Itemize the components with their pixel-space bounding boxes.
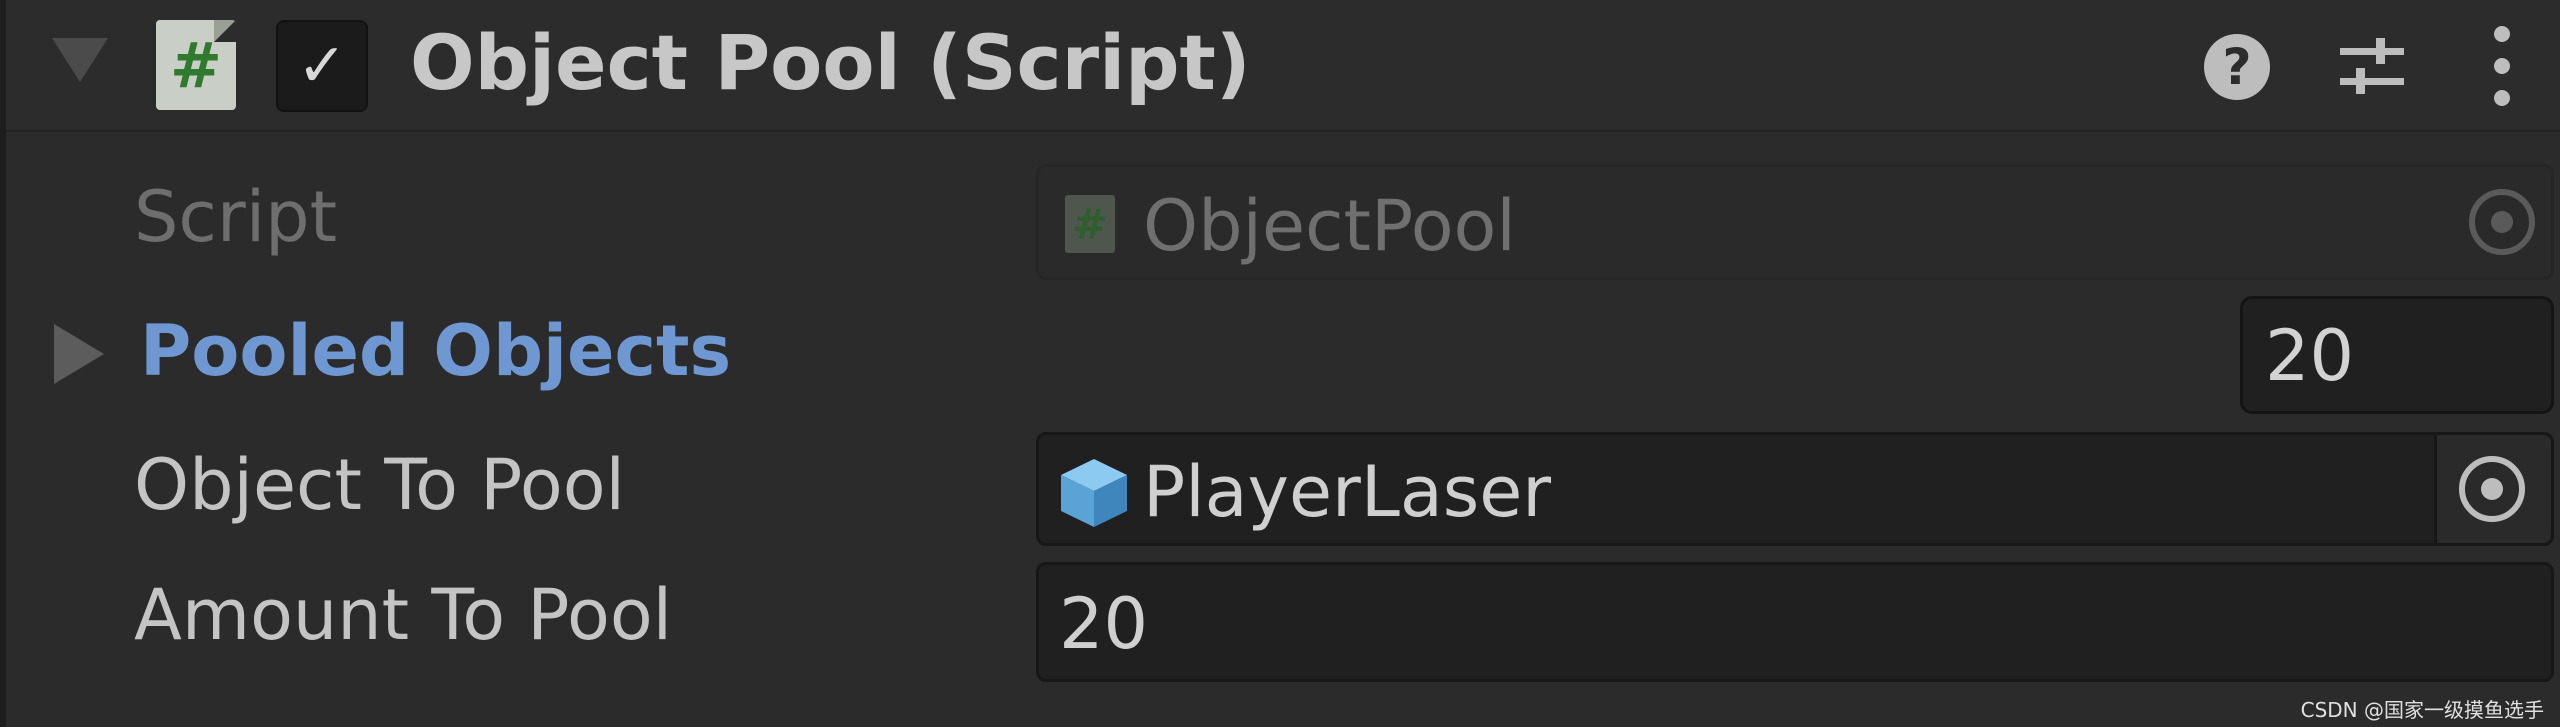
script-field-value: ObjectPool	[1143, 185, 1516, 267]
object-to-pool-value: PlayerLaser	[1143, 451, 1552, 533]
object-picker-icon	[2459, 456, 2525, 522]
object-picker-button[interactable]	[2434, 435, 2551, 543]
component-title: Object Pool (Script)	[410, 18, 1251, 107]
prefab-cube-icon	[1061, 459, 1127, 527]
amount-to-pool-label: Amount To Pool	[134, 574, 673, 656]
script-field: # ObjectPool	[1036, 164, 2554, 280]
inspector-panel: # ✓ Object Pool (Script) ? Script # Obje…	[0, 0, 2560, 727]
pooled-objects-label[interactable]: Pooled Objects	[140, 310, 731, 392]
amount-to-pool-value: 20	[1059, 583, 1149, 665]
checkmark-icon: ✓	[296, 31, 348, 101]
object-to-pool-label: Object To Pool	[134, 444, 625, 526]
help-icon-glyph: ?	[2222, 38, 2252, 96]
pooled-objects-size-value: 20	[2265, 315, 2355, 397]
component-enabled-checkbox[interactable]: ✓	[276, 20, 368, 112]
pooled-objects-size-field[interactable]: 20	[2240, 296, 2554, 414]
object-picker-icon	[2469, 189, 2535, 255]
expand-arrow-icon[interactable]	[54, 324, 104, 384]
kebab-menu-icon[interactable]	[2482, 24, 2522, 108]
object-to-pool-field[interactable]: PlayerLaser	[1036, 432, 2554, 546]
watermark-text: CSDN @国家一级摸鱼选手	[2300, 698, 2544, 722]
script-label: Script	[134, 176, 338, 258]
foldout-arrow-icon[interactable]	[52, 38, 108, 82]
script-icon-glyph: #	[170, 28, 222, 102]
script-icon: #	[1065, 195, 1115, 253]
presets-icon[interactable]	[2336, 32, 2408, 104]
component-header[interactable]: # ✓ Object Pool (Script) ?	[6, 0, 2560, 132]
script-icon: #	[156, 20, 236, 110]
script-icon-glyph: #	[1072, 199, 1108, 249]
help-icon[interactable]: ?	[2204, 34, 2270, 100]
amount-to-pool-input[interactable]: 20	[1036, 562, 2554, 682]
